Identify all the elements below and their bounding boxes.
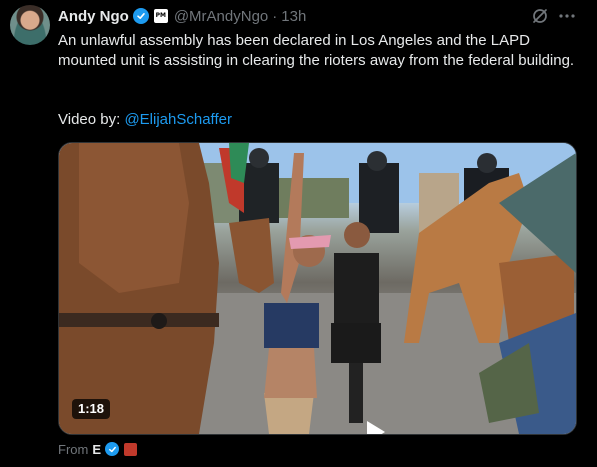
- credit-mention-link[interactable]: @ElijahSchaffer: [124, 111, 232, 128]
- avatar[interactable]: [10, 5, 50, 45]
- more-options-icon[interactable]: [558, 7, 576, 25]
- video-credit: Video by: @ElijahSchaffer: [58, 110, 232, 130]
- timestamp[interactable]: 13h: [281, 8, 306, 25]
- play-button[interactable]: [355, 413, 393, 434]
- verified-badge-icon[interactable]: [132, 8, 149, 24]
- play-icon: [367, 421, 385, 434]
- credit-prefix: Video by:: [58, 111, 125, 128]
- tweet[interactable]: Andy Ngo PM @MrAndyNgo · 13h An unlawful…: [0, 0, 597, 467]
- tweet-header: Andy Ngo PM @MrAndyNgo · 13h: [58, 6, 306, 26]
- source-name-link[interactable]: E: [92, 442, 101, 457]
- video-player[interactable]: [58, 142, 577, 435]
- separator-dot: ·: [272, 7, 278, 25]
- author-name[interactable]: Andy Ngo: [58, 8, 129, 25]
- video-thumbnail: [59, 143, 576, 434]
- affiliation-badge-icon: [124, 442, 138, 456]
- from-label: From: [58, 441, 89, 457]
- affiliation-badge-icon[interactable]: PM: [153, 9, 168, 23]
- tweet-text: An unlawful assembly has been declared i…: [58, 32, 575, 69]
- video-duration: 1:18: [72, 399, 111, 419]
- author-handle[interactable]: @MrAndyNgo: [174, 8, 268, 25]
- verified-badge-icon: [105, 442, 120, 456]
- source-attribution: From E: [58, 440, 138, 458]
- grok-icon[interactable]: [531, 7, 549, 25]
